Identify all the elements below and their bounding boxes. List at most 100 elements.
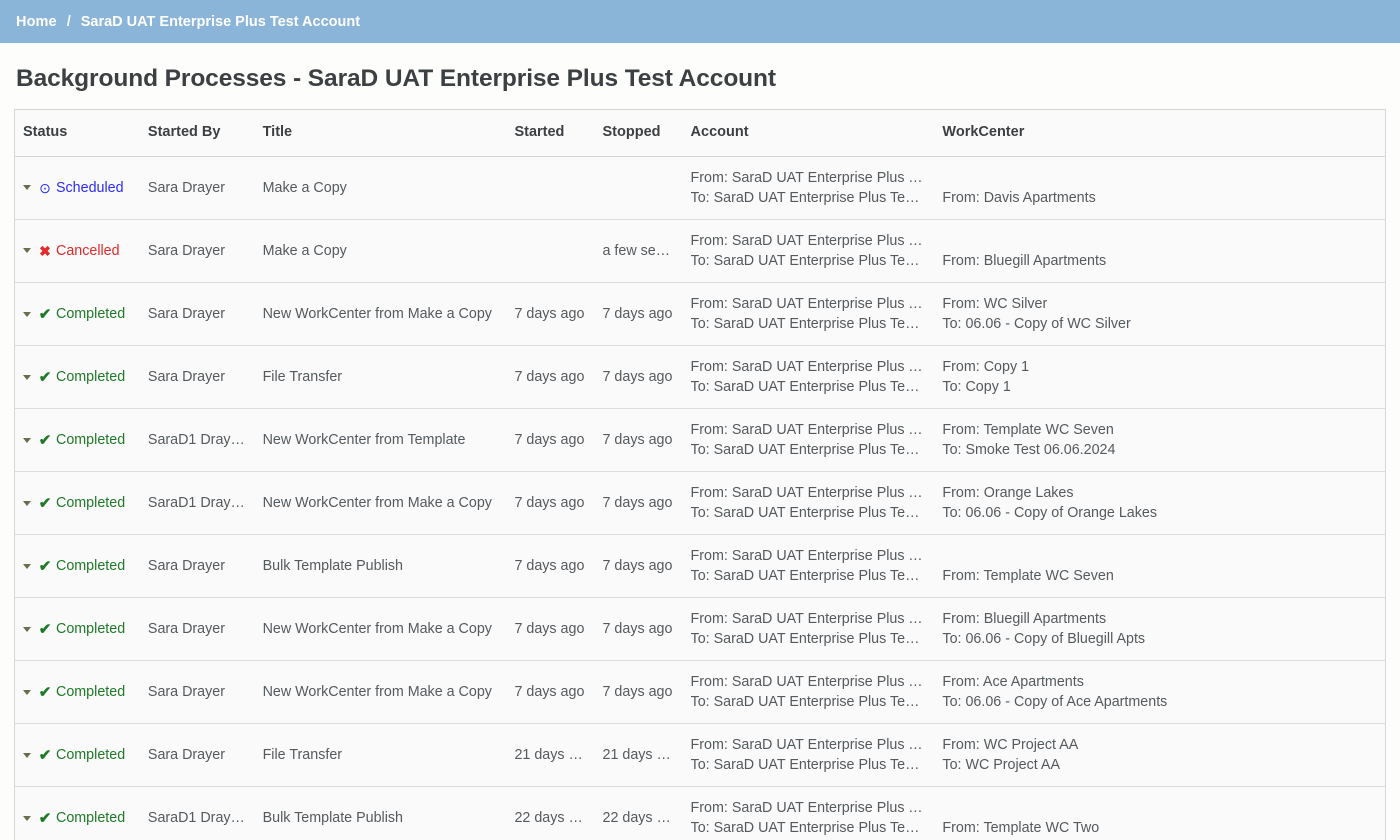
- status-badge: ✔ Completed: [23, 433, 132, 448]
- workcenter-lines: From: Orange Lakes To: 06.06 - Copy of Or…: [942, 483, 1377, 523]
- cell-started-by: Sara Drayer: [139, 723, 255, 787]
- caret-down-icon[interactable]: [23, 563, 31, 569]
- cell-started: 7 days ago: [506, 597, 595, 661]
- cell-account: From: SaraD UAT Enterprise Plus T... To: …: [682, 156, 935, 220]
- workcenter-from: From: Bluegill Apartments: [942, 611, 1107, 627]
- caret-down-icon[interactable]: [23, 437, 31, 443]
- account-to: To: SaraD UAT Enterprise Plus Test ...: [690, 820, 927, 836]
- caret-down-icon[interactable]: [23, 752, 31, 758]
- account-to: To: SaraD UAT Enterprise Plus Test ...: [690, 694, 927, 710]
- account-lines: From: SaraD UAT Enterprise Plus T... To: …: [691, 357, 927, 397]
- table-row[interactable]: ✔ Completed SaraD1 Drayer... New WorkCenter…: [15, 471, 1385, 535]
- cell-status: ✔ Completed: [15, 534, 140, 598]
- status-label: Completed: [56, 431, 126, 448]
- cell-workcenter: From: Orange Lakes To: 06.06 - Copy of Or…: [934, 471, 1385, 535]
- column-header-stopped[interactable]: Stopped: [594, 110, 683, 157]
- workcenter-to: To: 06.06 - Copy of WC Silver: [942, 316, 1131, 332]
- table-row[interactable]: ✔ Completed Sara Drayer Bulk Template Publi…: [15, 534, 1385, 598]
- background-processes-table-container: Status Started By Title Started Stopped …: [14, 109, 1386, 840]
- column-header-title[interactable]: Title: [254, 110, 507, 157]
- column-header-account[interactable]: Account: [682, 110, 935, 157]
- status-label: Completed: [56, 620, 126, 637]
- account-lines: From: SaraD UAT Enterprise Plus T... To: …: [691, 231, 927, 271]
- cell-started-by: Sara Drayer: [139, 660, 255, 724]
- cell-account: From: SaraD UAT Enterprise Plus T... To: …: [682, 219, 935, 283]
- workcenter-lines: From: Bluegill Apartments To: 06.06 - Cop…: [942, 609, 1377, 649]
- cell-title: File Transfer: [254, 723, 507, 787]
- cell-status: ✔ Completed: [15, 723, 140, 787]
- status-badge: ✔ Completed: [23, 811, 132, 826]
- table-row[interactable]: ✔ Completed Sara Drayer File Transfer 7 days…: [15, 345, 1385, 409]
- column-header-started[interactable]: Started: [506, 110, 595, 157]
- cell-status: ✔ Completed: [15, 345, 140, 409]
- caret-down-icon[interactable]: [23, 248, 31, 254]
- cell-stopped: 7 days ago: [594, 282, 683, 346]
- cell-title: New WorkCenter from Make a Copy: [254, 597, 507, 661]
- status-label: Cancelled: [56, 242, 120, 259]
- cell-title: New WorkCenter from Make a Copy: [254, 471, 507, 535]
- caret-down-icon[interactable]: [23, 185, 31, 191]
- cell-started-by: Sara Drayer: [139, 156, 255, 220]
- breadcrumb: Home / SaraD UAT Enterprise Plus Test Ac…: [0, 0, 1400, 43]
- workcenter-to: To: 06.06 - Copy of Orange Lakes: [942, 505, 1158, 521]
- caret-down-icon[interactable]: [23, 311, 31, 317]
- column-header-workcenter[interactable]: WorkCenter: [934, 110, 1385, 157]
- workcenter-from: From: WC Silver: [942, 296, 1048, 312]
- table-row[interactable]: ✔ Completed SaraD1 Drayer... New WorkCenter…: [15, 408, 1385, 472]
- cell-account: From: SaraD UAT Enterprise Plus T... To: …: [682, 282, 935, 346]
- account-from: From: SaraD UAT Enterprise Plus T...: [690, 611, 927, 627]
- table-row[interactable]: ✔ Completed SaraD1 Drayer... Bulk Template …: [15, 786, 1385, 840]
- cell-status: ✔ Completed: [15, 597, 140, 661]
- status-badge: ⊙ Scheduled: [23, 181, 132, 195]
- caret-down-icon[interactable]: [23, 626, 31, 632]
- account-to: To: SaraD UAT Enterprise Plus Test ...: [690, 631, 927, 647]
- workcenter-to: From: Davis Apartments: [942, 190, 1096, 206]
- cell-started-by: SaraD1 Drayer...: [139, 786, 255, 840]
- cell-stopped: 7 days ago: [594, 408, 683, 472]
- workcenter-to: To: 06.06 - Copy of Bluegill Apts: [942, 631, 1146, 647]
- workcenter-from: From: Ace Apartments: [942, 674, 1084, 690]
- breadcrumb-current-account: SaraD UAT Enterprise Plus Test Account: [80, 13, 361, 30]
- cell-title: New WorkCenter from Template: [254, 408, 507, 472]
- table-row[interactable]: ✔ Completed Sara Drayer New WorkCenter from…: [15, 597, 1385, 661]
- caret-down-icon[interactable]: [23, 689, 31, 695]
- account-from: From: SaraD UAT Enterprise Plus T...: [690, 233, 927, 249]
- table-row[interactable]: ✔ Completed Sara Drayer New WorkCenter from…: [15, 660, 1385, 724]
- cell-account: From: SaraD UAT Enterprise Plus T... To: …: [682, 723, 935, 787]
- account-to: To: SaraD UAT Enterprise Plus Test ...: [690, 568, 927, 584]
- account-lines: From: SaraD UAT Enterprise Plus T... To: …: [691, 798, 927, 838]
- account-from: From: SaraD UAT Enterprise Plus T...: [690, 737, 927, 753]
- status-label: Completed: [56, 746, 126, 763]
- cell-stopped: a few seco...: [594, 219, 683, 283]
- account-to: To: SaraD UAT Enterprise Plus Test ...: [690, 505, 927, 521]
- cell-status: ✔ Completed: [15, 660, 140, 724]
- clock-icon: ⊙: [39, 179, 51, 196]
- account-to: To: SaraD UAT Enterprise Plus Test ...: [690, 253, 927, 269]
- status-badge: ✔ Completed: [23, 559, 132, 574]
- table-row[interactable]: ⊙ Scheduled Sara Drayer Make a Copy From: Sa…: [15, 156, 1385, 220]
- account-to: To: SaraD UAT Enterprise Plus Test ...: [690, 190, 927, 206]
- table-row[interactable]: ✖ Cancelled Sara Drayer Make a Copy a few se…: [15, 219, 1385, 283]
- caret-down-icon[interactable]: [23, 500, 31, 506]
- cell-started: 7 days ago: [506, 471, 595, 535]
- caret-down-icon[interactable]: [23, 374, 31, 380]
- account-from: From: SaraD UAT Enterprise Plus T...: [690, 359, 927, 375]
- cell-started-by: Sara Drayer: [139, 282, 255, 346]
- table-row[interactable]: ✔ Completed Sara Drayer New WorkCenter from…: [15, 282, 1385, 346]
- caret-down-icon[interactable]: [23, 815, 31, 821]
- status-label: Scheduled: [56, 179, 124, 196]
- cell-stopped: 7 days ago: [594, 471, 683, 535]
- column-header-status[interactable]: Status: [15, 110, 140, 157]
- account-lines: From: SaraD UAT Enterprise Plus T... To: …: [691, 483, 927, 523]
- check-mark-icon: ✔: [38, 746, 52, 764]
- breadcrumb-link-home[interactable]: Home: [16, 14, 57, 30]
- x-mark-icon: ✖: [39, 242, 51, 259]
- column-header-started-by[interactable]: Started By: [139, 110, 255, 157]
- cell-workcenter: From: Bluegill Apartments To: 06.06 - Cop…: [934, 597, 1385, 661]
- status-badge: ✔ Completed: [23, 685, 132, 700]
- workcenter-to: From: Template WC Two: [942, 820, 1100, 836]
- status-badge: ✔ Completed: [23, 748, 132, 763]
- cell-title: Make a Copy: [254, 219, 507, 283]
- check-mark-icon: ✔: [38, 431, 52, 449]
- table-row[interactable]: ✔ Completed Sara Drayer File Transfer 21 day…: [15, 723, 1385, 787]
